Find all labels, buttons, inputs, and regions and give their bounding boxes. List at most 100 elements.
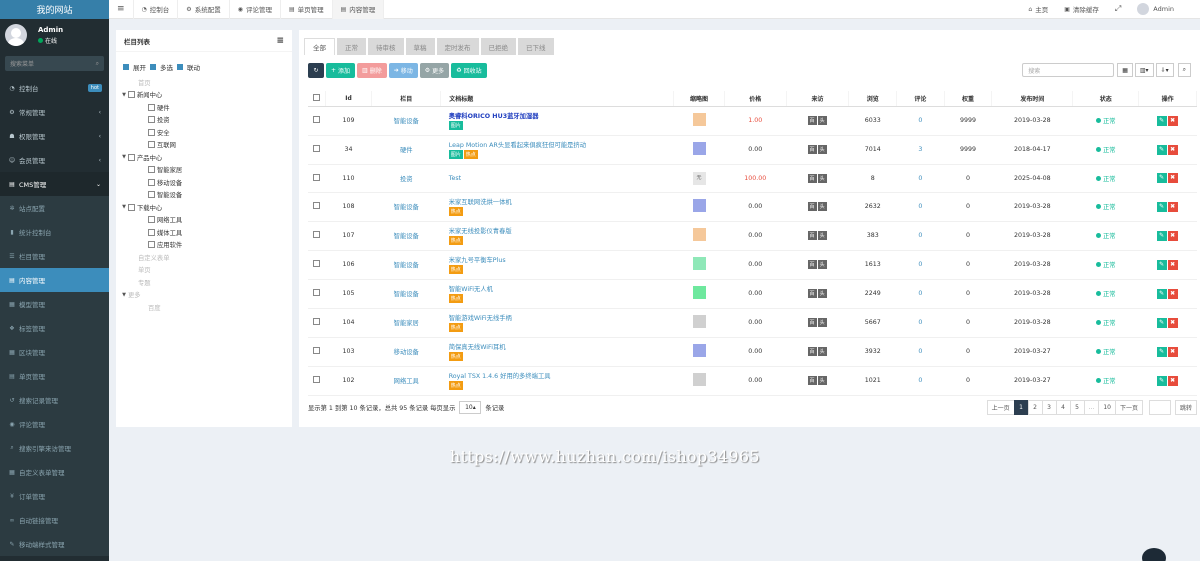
sidebar-item[interactable]: ☗ 权限管理 ‹ (0, 124, 109, 148)
fullscreen-icon[interactable]: ⤢ (1107, 0, 1129, 19)
clear-cache-button[interactable]: ▣ 清除缓存 (1056, 0, 1107, 19)
sidebar-item[interactable]: ↺ 搜索记录管理 (0, 388, 109, 412)
page-size-select[interactable]: 10 ▴ (459, 401, 482, 414)
columns-button[interactable]: ▥▾ (1134, 63, 1154, 77)
tree-node[interactable]: ▼ 下载中心 (120, 201, 292, 214)
sidebar-item[interactable]: ▦ 区块管理 (0, 340, 109, 364)
tree-node[interactable]: 单页 (120, 264, 292, 277)
row-checkbox-cell[interactable] (308, 279, 326, 309)
checkbox-icon[interactable] (312, 93, 320, 101)
category-link[interactable]: 网络工具 (371, 366, 441, 396)
edit-icon[interactable]: ✎ (1156, 375, 1167, 386)
row-checkbox[interactable] (313, 347, 321, 354)
row-checkbox[interactable] (313, 116, 321, 123)
caret-down-icon[interactable]: ▼ (120, 204, 128, 210)
row-checkbox-cell[interactable] (308, 221, 326, 251)
status-tab[interactable]: 草稿 (405, 38, 435, 55)
delete-icon[interactable]: ✖ (1167, 375, 1178, 386)
comments-link[interactable]: 0 (896, 250, 945, 280)
column-header[interactable]: 发布时间 (991, 91, 1074, 107)
row-checkbox-cell[interactable] (308, 135, 326, 165)
delete-icon[interactable]: ✖ (1167, 144, 1178, 155)
user-menu[interactable]: Admin (1129, 0, 1182, 19)
column-header[interactable]: 操作 (1138, 91, 1197, 107)
sidebar-item[interactable]: ▦ 模型管理 (0, 292, 109, 316)
status-tab[interactable]: 正常 (337, 38, 366, 55)
edit-icon[interactable]: ✎ (1156, 346, 1167, 357)
row-checkbox[interactable] (313, 202, 321, 209)
column-header[interactable]: 浏览 (848, 91, 898, 107)
top-tab[interactable]: ◔ 控制台 (134, 0, 179, 19)
sidebar-item[interactable]: ▦ 自定义表单管理 (0, 460, 109, 484)
column-header[interactable]: 价格 (724, 91, 787, 107)
column-header[interactable]: Id (325, 91, 373, 107)
checkbox-icon[interactable] (148, 116, 155, 124)
settings-gear-icon[interactable] (1182, 0, 1200, 19)
thumbnail[interactable] (692, 315, 706, 328)
title-link[interactable]: 智能WiFi无人机 (449, 284, 674, 293)
top-tab[interactable]: ▤ 内容管理 (332, 0, 385, 19)
tree-option[interactable]: 多选 (150, 62, 173, 72)
comments-link[interactable]: 0 (896, 192, 945, 222)
home-link[interactable]: ⌂ 主页 (1020, 0, 1056, 19)
toggle-view-button[interactable]: ▦ (1117, 63, 1133, 77)
checkbox-icon[interactable] (128, 153, 135, 161)
sidebar-item[interactable]: ✲ 站点配置 (0, 196, 109, 220)
tree-node[interactable]: 移动设备 (120, 176, 292, 189)
panel-menu-icon[interactable]: ≡ (276, 36, 284, 46)
category-link[interactable]: 智能家居 (371, 308, 441, 338)
select-all-checkbox[interactable] (308, 91, 326, 107)
delete-icon[interactable]: ✖ (1167, 173, 1178, 183)
checkbox-icon[interactable] (148, 191, 155, 199)
thumbnail[interactable] (692, 373, 706, 386)
page-number[interactable]: 1 (1013, 400, 1029, 415)
title-link[interactable]: 米家九号平衡车Plus (449, 255, 674, 264)
title-link[interactable]: Royal TSX 1.4.6 好用的多终端工具 (449, 371, 674, 380)
delete-button[interactable]: ▥ 删除 (357, 62, 387, 78)
title-link[interactable]: 奥睿科ORICO HU3蓝牙加湿器 (449, 111, 674, 120)
sidebar-item[interactable]: ☰ 栏目管理 (0, 244, 109, 268)
page-number[interactable]: 2 (1027, 400, 1043, 415)
tree-node[interactable]: 百度 (120, 301, 292, 314)
tree-node[interactable]: 首页 (120, 76, 292, 89)
comments-link[interactable]: 0 (896, 366, 945, 396)
sidebar-item[interactable]: ∞ 自动链接管理 (0, 508, 109, 532)
tree-node[interactable]: 自定义表单 (120, 251, 292, 264)
edit-icon[interactable]: ✎ (1156, 144, 1167, 155)
page-jump-input[interactable] (1148, 400, 1171, 415)
comments-link[interactable]: 0 (896, 308, 945, 338)
checkbox-icon[interactable] (148, 228, 155, 236)
title-link[interactable]: 简保真无线WiFi耳机 (449, 342, 674, 351)
sidebar-item[interactable]: ◔ 控制台 hot (0, 76, 109, 100)
tree-option[interactable]: 联动 (177, 62, 200, 72)
row-checkbox-cell[interactable] (308, 164, 326, 193)
sidebar-item[interactable]: ☺ 会员管理 ‹ (0, 148, 109, 172)
export-button[interactable]: ⇩▾ (1155, 63, 1174, 77)
sidebar-item[interactable]: ✎ 移动端样式管理 (0, 532, 109, 556)
tree-node[interactable]: ▼ 新闻中心 (120, 89, 292, 102)
title-link[interactable]: 米家互联网洗烘一体机 (449, 197, 674, 206)
top-tab[interactable]: ▤ 单页管理 (281, 0, 333, 19)
delete-icon[interactable]: ✖ (1167, 201, 1178, 212)
sidebar-item[interactable]: ▮ 统计控制台 (0, 220, 109, 244)
thumbnail[interactable] (692, 113, 706, 126)
more-button[interactable]: ⚙ 更多 (419, 62, 450, 78)
tree-node[interactable]: ▼ 更多 (120, 289, 292, 302)
title-link[interactable]: Test (449, 175, 674, 182)
thumbnail[interactable] (692, 142, 706, 155)
delete-icon[interactable]: ✖ (1167, 115, 1178, 126)
checkbox-icon[interactable] (128, 91, 135, 99)
row-checkbox[interactable] (313, 260, 321, 267)
comments-link[interactable]: 0 (896, 164, 945, 193)
checkbox-icon[interactable] (177, 64, 183, 70)
tree-node[interactable]: 智能家居 (120, 164, 292, 177)
tree-node[interactable]: 应用软件 (120, 239, 292, 252)
column-header[interactable]: 缩略图 (673, 91, 725, 107)
title-link[interactable]: Leap Motion AR头显看起来俱疯狂但可能是挤动 (449, 140, 674, 149)
sidebar-item[interactable]: ❖ 标签管理 (0, 316, 109, 340)
checkbox-icon[interactable] (128, 203, 135, 211)
table-search-input[interactable]: 搜索 (1022, 63, 1115, 77)
page-number[interactable]: 10 (1098, 400, 1116, 415)
advanced-search-button[interactable]: ⌕ (1177, 63, 1191, 77)
thumbnail[interactable] (692, 286, 706, 299)
